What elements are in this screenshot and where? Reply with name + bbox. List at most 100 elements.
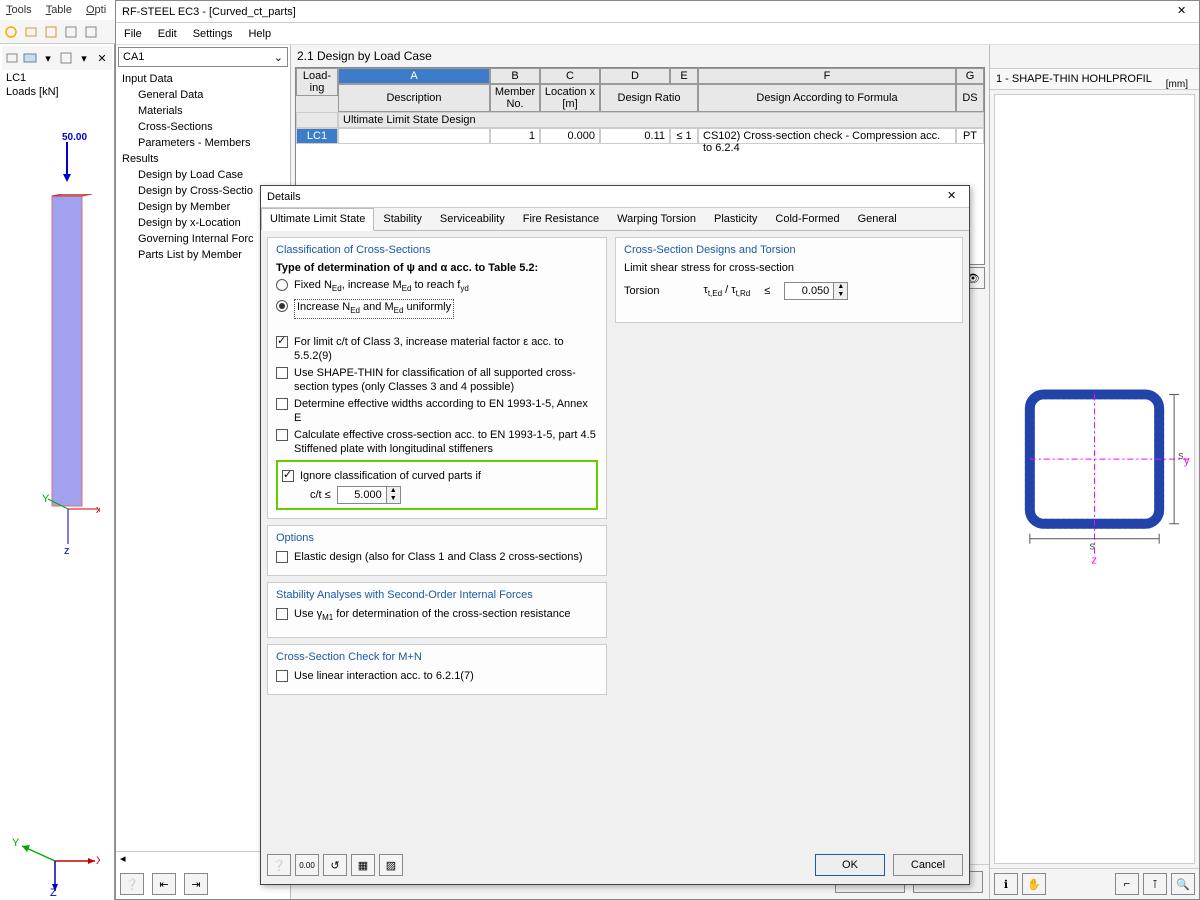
check-stiffened[interactable]: Calculate effective cross-section acc. t… (276, 428, 598, 456)
col-loading: Load-ing (296, 68, 338, 96)
nav-icon[interactable]: ▾ (40, 49, 56, 67)
tab-stability[interactable]: Stability (374, 208, 431, 230)
svg-text:Y: Y (12, 837, 20, 849)
check-limit-ct[interactable]: For limit c/t of Class 3, increase mater… (276, 335, 598, 363)
ct-value-input[interactable]: ▲▼ (337, 486, 401, 504)
tree-item[interactable]: Parameters - Members (116, 135, 290, 151)
tool-icon[interactable] (2, 23, 20, 41)
lim-shear-label: Limit shear stress for cross-section (624, 262, 954, 274)
menu-settings[interactable]: Settings (193, 28, 233, 40)
tab-fire[interactable]: Fire Resistance (514, 208, 608, 230)
check-gamma-m1[interactable]: Use γM1 for determination of the cross-s… (276, 607, 598, 625)
load-profile-button[interactable]: ▨ (379, 854, 403, 876)
section-panel: 1 - SHAPE-THIN HOHLPROFIL y z (989, 45, 1199, 899)
lc-label: LC1 (2, 70, 112, 86)
tool-icon[interactable] (22, 23, 40, 41)
tree-item[interactable]: Cross-Sections (116, 119, 290, 135)
radio-fixed-n[interactable]: Fixed NEd, increase MEd to reach fyd (276, 278, 598, 296)
tool-icon[interactable] (42, 23, 60, 41)
details-dialog: Details ✕ Ultimate Limit State Stability… (260, 185, 970, 885)
tree-item[interactable]: General Data (116, 87, 290, 103)
save-profile-button[interactable]: ▦ (351, 854, 375, 876)
tool-icon[interactable] (82, 23, 100, 41)
radio-increase-uniform[interactable]: Increase NEd and MEd uniformly (276, 299, 598, 319)
svg-text:Y: Y (42, 493, 50, 505)
tab-general[interactable]: General (849, 208, 906, 230)
grp-stability: Stability Analyses with Second-Order Int… (267, 582, 607, 637)
loads-unit-label: Loads [kN] (2, 86, 112, 98)
menu-help[interactable]: Help (248, 28, 271, 40)
tree-item[interactable]: Materials (116, 103, 290, 119)
module-title: RF-STEEL EC3 - [Curved_ct_parts] (122, 6, 296, 18)
cancel-button[interactable]: Cancel (893, 854, 963, 876)
tree-item[interactable]: Design by Load Case (116, 167, 290, 183)
grp-mn: Cross-Section Check for M+N Use linear i… (267, 644, 607, 695)
dialog-tabs[interactable]: Ultimate Limit State Stability Serviceab… (261, 208, 969, 231)
menu-options[interactable]: Opti (86, 4, 106, 16)
svg-text:z: z (64, 545, 70, 554)
check-elastic[interactable]: Elastic design (also for Class 1 and Cla… (276, 550, 598, 564)
next-button[interactable]: ⇥ (184, 873, 208, 895)
prev-button[interactable]: ⇤ (152, 873, 176, 895)
zoom-icon[interactable]: 🔍 (1171, 873, 1195, 895)
module-menubar[interactable]: File Edit Settings Help (116, 23, 1199, 45)
module-titlebar: RF-STEEL EC3 - [Curved_ct_parts] ✕ (116, 1, 1199, 23)
nav-icon[interactable]: ✕ (94, 49, 110, 67)
svg-text:Z: Z (50, 887, 57, 896)
tab-warping[interactable]: Warping Torsion (608, 208, 705, 230)
units-button[interactable]: 0.00 (295, 854, 319, 876)
section-graphic[interactable]: y z s s [mm] (994, 94, 1195, 864)
menu-tools[interactable]: Tools (6, 4, 32, 16)
torsion-label: Torsion (624, 285, 659, 297)
svg-text:x: x (96, 504, 100, 516)
help-button[interactable]: ❔ (120, 873, 144, 895)
dialog-titlebar: Details ✕ (261, 186, 969, 208)
case-combo[interactable]: CA1⌄ (118, 47, 288, 67)
model-3d-view[interactable]: x Y z (40, 194, 100, 554)
nav-icon[interactable]: ▾ (76, 49, 92, 67)
tab-coldformed[interactable]: Cold-Formed (766, 208, 848, 230)
global-axes-icon: X Y Z (10, 826, 100, 896)
menu-table[interactable]: Table (46, 4, 72, 16)
tab-serviceability[interactable]: Serviceability (431, 208, 514, 230)
chevron-down-icon: ⌄ (274, 51, 283, 64)
tree-input-data[interactable]: Input Data (116, 71, 290, 87)
ok-button[interactable]: OK (815, 854, 885, 876)
tool-icon[interactable] (62, 23, 80, 41)
tab-uls[interactable]: Ultimate Limit State (261, 208, 374, 231)
nav-icon[interactable] (4, 49, 20, 67)
info-icon[interactable]: ℹ (994, 873, 1018, 895)
reset-button[interactable]: ↺ (323, 854, 347, 876)
dim-icon[interactable]: ⊺ (1143, 873, 1167, 895)
dialog-footer: ❔ 0.00 ↺ ▦ ▨ OK Cancel (267, 852, 963, 878)
menu-edit[interactable]: Edit (158, 28, 177, 40)
content-title: 2.1 Design by Load Case (291, 45, 989, 67)
check-ignore-curved[interactable]: Ignore classification of curved parts if (282, 469, 592, 483)
svg-text:X: X (96, 855, 100, 867)
table-row: LC1 1 0.000 0.11 ≤ 1 CS102) Cross-sectio… (296, 128, 984, 144)
dialog-title: Details (267, 191, 301, 203)
axes-icon[interactable]: ⌐ (1115, 873, 1139, 895)
nav-icon[interactable] (22, 49, 38, 67)
type-label: Type of determination of ψ and α acc. to… (276, 262, 598, 274)
highlighted-option: Ignore classification of curved parts if… (276, 460, 598, 510)
menu-file[interactable]: File (124, 28, 142, 40)
help-button[interactable]: ❔ (267, 854, 291, 876)
hand-icon[interactable]: ✋ (1022, 873, 1046, 895)
grp-classification: Classification of Cross-Sections Type of… (267, 237, 607, 519)
svg-text:s: s (1090, 541, 1096, 553)
torsion-value-input[interactable]: ▲▼ (784, 282, 848, 300)
svg-text:z: z (1092, 555, 1097, 567)
tab-plasticity[interactable]: Plasticity (705, 208, 766, 230)
load-arrow-icon (62, 142, 72, 185)
grp-options: Options Elastic design (also for Class 1… (267, 525, 607, 576)
navigator-panel: ▾ ▾ ✕ LC1 Loads [kN] 50.00 x Y z X Y Z (0, 44, 115, 900)
check-linear-int[interactable]: Use linear interaction acc. to 6.2.1(7) (276, 669, 598, 683)
close-icon[interactable]: ✕ (1177, 4, 1193, 20)
tree-results[interactable]: Results (116, 151, 290, 167)
ct-label: c/t ≤ (310, 489, 331, 501)
close-icon[interactable]: ✕ (947, 189, 963, 205)
nav-icon[interactable] (58, 49, 74, 67)
check-shape-thin[interactable]: Use SHAPE-THIN for classification of all… (276, 366, 598, 394)
check-eff-widths[interactable]: Determine effective widths according to … (276, 397, 598, 425)
